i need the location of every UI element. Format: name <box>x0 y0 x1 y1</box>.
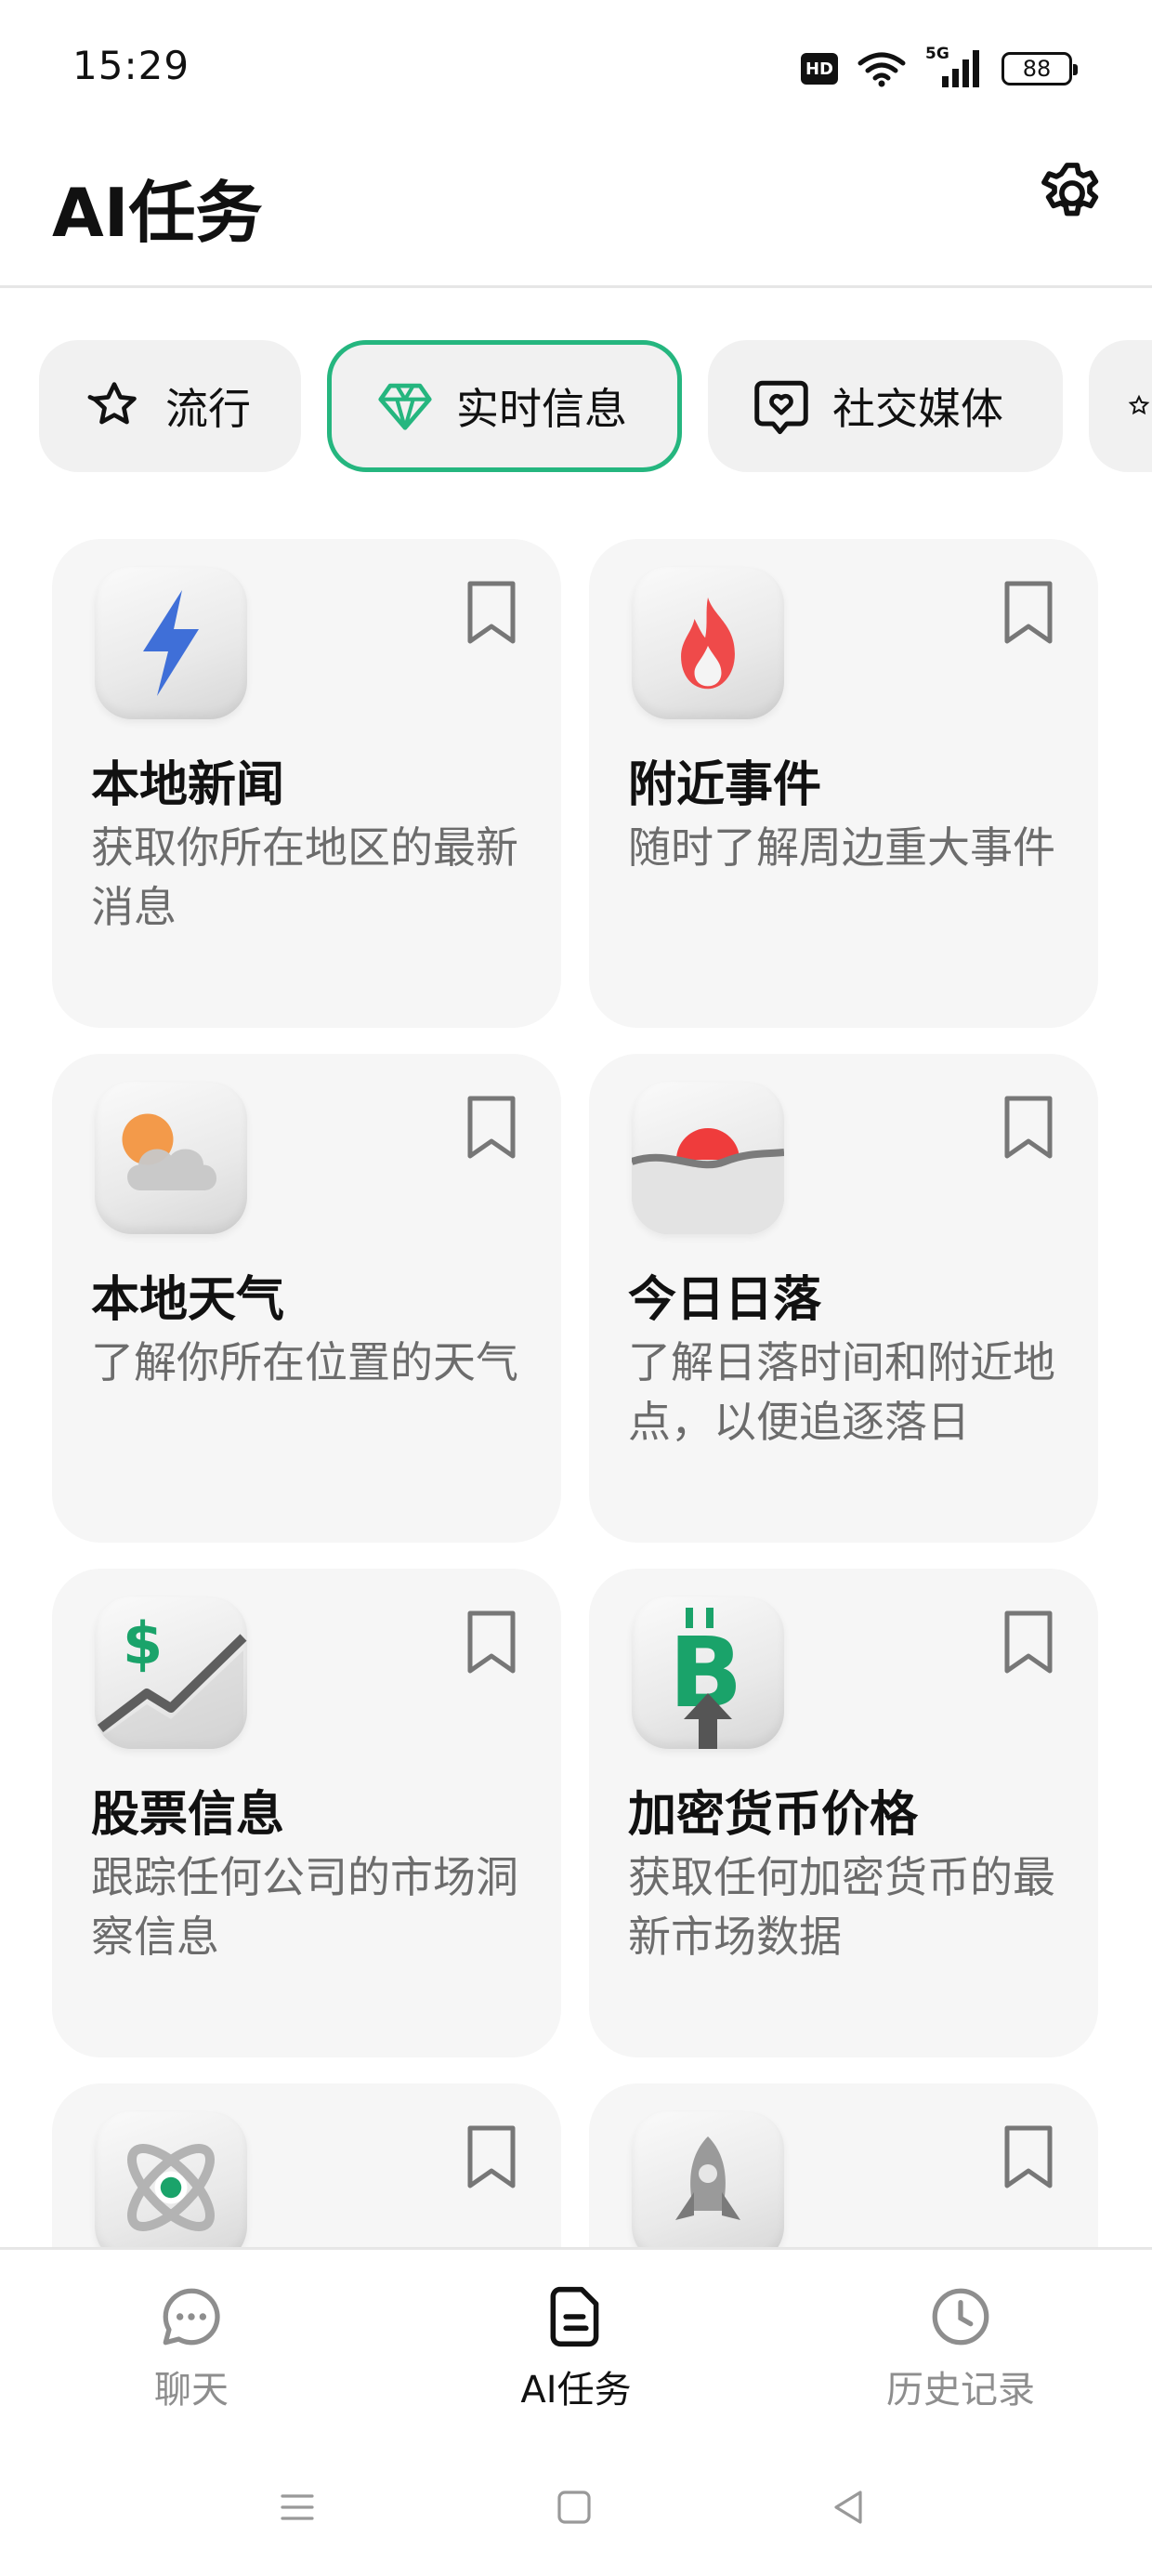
diamond-icon <box>373 374 438 439</box>
sunset-icon <box>632 1082 784 1234</box>
nav-chat[interactable]: 聊天 <box>71 2281 312 2413</box>
card-title: 加密货币价格 <box>628 1787 919 1843</box>
menu-lines-icon <box>281 2494 314 2520</box>
system-home-button[interactable] <box>546 2479 602 2535</box>
task-card-stock-info[interactable]: $ 股票信息 跟踪任何公司的市场洞察信息 <box>52 1569 561 2057</box>
bookmark-icon[interactable] <box>463 1608 520 1676</box>
nav-ai-tasks[interactable]: AI任务 <box>455 2281 697 2413</box>
more-category-icon <box>1126 374 1152 439</box>
wifi-icon <box>857 52 906 87</box>
task-card-nearby-events[interactable]: 附近事件 随时了解周边重大事件 <box>589 539 1098 1028</box>
bookmark-icon[interactable] <box>463 578 520 647</box>
tab-realtime-info[interactable]: 实时信息 <box>327 340 682 472</box>
back-triangle-icon <box>834 2491 862 2524</box>
battery-indicator: 88 <box>1001 52 1078 85</box>
tab-label: 社交媒体 <box>832 384 1003 434</box>
tab-more-partial[interactable] <box>1089 340 1152 472</box>
card-title: 股票信息 <box>91 1787 285 1843</box>
tab-label: 流行 <box>165 384 251 434</box>
status-icons: HD 5G 88 <box>801 45 1078 91</box>
lightning-icon <box>95 567 247 719</box>
atom-icon <box>95 2111 247 2264</box>
app-screen: 15:29 HD 5G 88 AI任务 流行 实时信息 社交媒体 本地新闻 获取… <box>0 0 1152 2576</box>
task-card-local-weather[interactable]: 本地天气 了解你所在位置的天气 <box>52 1054 561 1543</box>
chat-bubble-icon <box>156 2281 227 2352</box>
bottom-navigation: 聊天 AI任务 历史记录 <box>0 2247 1152 2442</box>
document-icon <box>541 2281 611 2352</box>
card-title: 本地天气 <box>91 1272 285 1328</box>
card-description: 获取任何加密货币的最新市场数据 <box>628 1852 1055 1962</box>
system-menu-button[interactable] <box>269 2479 325 2535</box>
weather-cloud-sun-icon <box>95 1082 247 1234</box>
card-description: 跟踪任何公司的市场洞察信息 <box>91 1852 518 1962</box>
hd-badge: HD <box>801 53 838 85</box>
bitcoin-icon: B <box>632 1597 784 1749</box>
card-description: 了解日落时间和附近地点，以便追逐落日 <box>628 1337 1055 1447</box>
square-icon <box>557 2491 591 2524</box>
gear-icon <box>1041 163 1099 217</box>
sparkle-star-icon <box>82 374 147 439</box>
tab-social-media[interactable]: 社交媒体 <box>708 340 1063 472</box>
card-title: 本地新闻 <box>91 757 285 813</box>
tab-label: 实时信息 <box>456 384 627 434</box>
task-card-local-news[interactable]: 本地新闻 获取你所在地区的最新消息 <box>52 539 561 1028</box>
bookmark-icon[interactable] <box>1000 2123 1057 2191</box>
bookmark-icon[interactable] <box>1000 578 1057 647</box>
stock-chart-icon: $ <box>95 1597 247 1749</box>
nav-label: 聊天 <box>154 2369 229 2412</box>
settings-button[interactable] <box>1033 154 1111 232</box>
bookmark-icon[interactable] <box>1000 1608 1057 1676</box>
cellular-signal-icon: 5G <box>925 45 983 89</box>
system-back-button[interactable] <box>821 2479 877 2535</box>
bookmark-icon[interactable] <box>1000 1093 1057 1162</box>
nav-label: 历史记录 <box>886 2369 1035 2412</box>
task-card-sunset[interactable]: 今日日落 了解日落时间和附近地点，以便追逐落日 <box>589 1054 1098 1543</box>
nav-label: AI任务 <box>520 2369 632 2412</box>
page-header: AI任务 <box>0 139 1152 288</box>
status-bar: 15:29 HD 5G 88 <box>0 0 1152 130</box>
card-title: 附近事件 <box>628 757 822 813</box>
clock-icon <box>925 2281 996 2352</box>
bookmark-icon[interactable] <box>463 2123 520 2191</box>
category-tabs: 流行 实时信息 社交媒体 <box>0 340 1152 472</box>
rocket-icon <box>632 2111 784 2264</box>
task-card-crypto-price[interactable]: B 加密货币价格 获取任何加密货币的最新市场数据 <box>589 1569 1098 2057</box>
card-title: 今日日落 <box>628 1272 822 1328</box>
status-time: 15:29 <box>72 43 190 88</box>
system-navigation-bar <box>0 2442 1152 2576</box>
page-title: AI任务 <box>52 174 263 252</box>
svg-text:$: $ <box>123 1610 163 1677</box>
flame-icon <box>632 567 784 719</box>
nav-history[interactable]: 历史记录 <box>840 2281 1081 2413</box>
card-description: 了解你所在位置的天气 <box>91 1337 518 1387</box>
card-description: 获取你所在地区的最新消息 <box>91 822 518 932</box>
heart-message-icon <box>749 374 814 439</box>
bookmark-icon[interactable] <box>463 1093 520 1162</box>
tab-popular[interactable]: 流行 <box>39 340 301 472</box>
card-description: 随时了解周边重大事件 <box>628 822 1055 873</box>
